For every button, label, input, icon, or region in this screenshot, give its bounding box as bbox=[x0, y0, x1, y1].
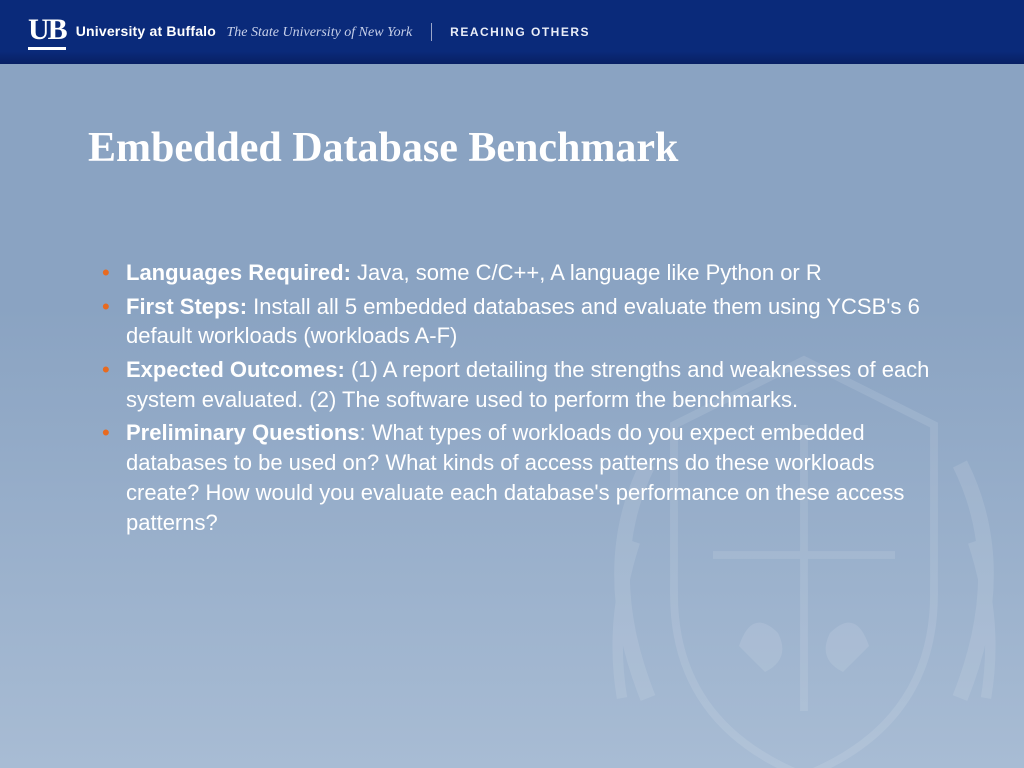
bullet-label: Preliminary Questions bbox=[126, 420, 360, 445]
tagline: REACHING OTHERS bbox=[450, 25, 590, 39]
slide: UB University at Buffalo The State Unive… bbox=[0, 0, 1024, 768]
bullet-text: Java, some C/C++, A language like Python… bbox=[357, 260, 822, 285]
list-item: Preliminary Questions: What types of wor… bbox=[110, 418, 936, 537]
list-item: First Steps: Install all 5 embedded data… bbox=[110, 292, 936, 351]
bullet-label: First Steps: bbox=[126, 294, 253, 319]
slide-content: Embedded Database Benchmark Languages Re… bbox=[0, 64, 1024, 537]
header-divider bbox=[431, 23, 432, 41]
state-university-name: The State University of New York bbox=[226, 25, 412, 40]
university-logo: UB University at Buffalo The State Unive… bbox=[28, 15, 590, 50]
list-item: Expected Outcomes: (1) A report detailin… bbox=[110, 355, 936, 414]
bullet-list: Languages Required: Java, some C/C++, A … bbox=[88, 258, 936, 537]
slide-header: UB University at Buffalo The State Unive… bbox=[0, 0, 1024, 64]
bullet-label: Expected Outcomes: bbox=[126, 357, 351, 382]
slide-title: Embedded Database Benchmark bbox=[88, 124, 936, 172]
list-item: Languages Required: Java, some C/C++, A … bbox=[110, 258, 936, 288]
university-name-block: University at Buffalo The State Universi… bbox=[76, 23, 590, 41]
ub-logo-mark: UB bbox=[28, 15, 66, 50]
university-name: University at Buffalo bbox=[76, 23, 216, 39]
bullet-label: Languages Required: bbox=[126, 260, 357, 285]
